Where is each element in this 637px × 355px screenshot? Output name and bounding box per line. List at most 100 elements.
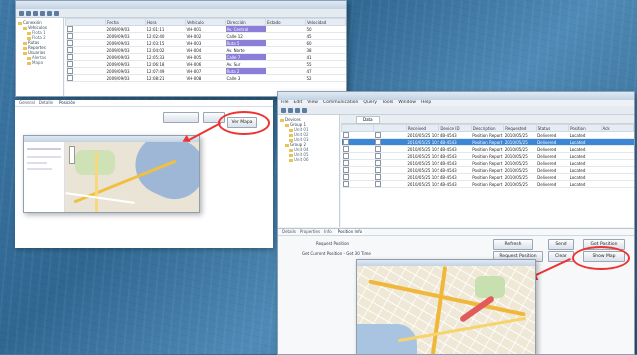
menu-item[interactable]: File [281,100,289,105]
row-checkbox[interactable] [342,153,349,159]
cell-text: 12:04:02 [146,47,165,53]
column-header[interactable] [341,124,375,132]
row-checkbox[interactable] [342,167,349,173]
column-header[interactable] [65,18,106,26]
left-map-view[interactable] [65,142,199,212]
row-checkbox[interactable] [66,26,73,32]
table-cell [341,159,374,167]
print-icon[interactable] [40,10,45,16]
tree-item[interactable]: Mapa [18,60,61,65]
menu-item[interactable]: View [307,100,318,105]
panel-tab[interactable]: Detalle [39,100,53,106]
row-checkbox[interactable] [374,160,381,166]
row-checkbox[interactable] [66,47,73,53]
new-icon[interactable] [19,10,24,16]
menu-item[interactable]: Tools [382,100,393,105]
tab-data[interactable]: Data [356,116,380,124]
table-row[interactable]: 2009/09/03 12:06:18 VH-006 Av. Sur 55 [65,60,346,68]
menu-item[interactable]: Communication [323,100,358,105]
table-row[interactable]: 2009/09/03 12:04:02 VH-004 Av. Norte 38 [65,46,346,54]
row-checkbox[interactable] [66,54,73,60]
row-checkbox[interactable] [66,75,73,81]
table-row[interactable]: 2010/05/25 10:52:354B-4543 Position Repor… [341,166,634,174]
column-header[interactable]: Hora [145,18,186,26]
column-header[interactable]: Description [470,124,505,132]
table-row[interactable]: 2009/09/03 12:01:11 VH-001 Av. Central 50 [65,25,346,33]
send-button[interactable]: Send [548,239,574,250]
row-checkbox[interactable] [66,61,73,67]
row-checkbox[interactable] [342,160,349,166]
column-header[interactable]: Fecha [105,18,146,26]
row-checkbox[interactable] [374,181,381,187]
panel-tab[interactable]: Posición [57,100,78,106]
row-checkbox[interactable] [374,139,381,145]
table-cell: 2010/05/25 [503,173,537,181]
row-checkbox[interactable] [66,68,73,74]
row-checkbox[interactable] [374,132,381,138]
column-header[interactable] [373,124,407,132]
panel-tab[interactable]: Info [324,229,332,235]
panel-tab[interactable]: Details [282,229,296,235]
connect-icon[interactable] [281,107,286,113]
column-header[interactable]: Ack [600,124,634,132]
row-checkbox[interactable] [342,146,349,152]
column-header[interactable]: Velocidad [305,18,346,26]
panel-tab[interactable]: Position Info [335,229,365,235]
zoom-control[interactable] [69,146,75,164]
table-row[interactable]: 2010/05/25 10:52:354B-4543 Position Repor… [341,173,634,181]
right-map-view[interactable] [357,266,535,354]
refresh-icon[interactable] [295,107,300,113]
save-icon[interactable] [33,10,38,16]
disconnect-icon[interactable] [288,107,293,113]
row-checkbox[interactable] [374,174,381,180]
tree-item[interactable]: Unit 06 [280,157,337,162]
table-row[interactable]: 2009/09/03 12:05:33 VH-005 Calle 7 41 [65,53,346,61]
table-cell: Located [568,138,601,146]
column-header[interactable]: Estado [265,18,306,26]
row-checkbox[interactable] [342,174,349,180]
tree-item-label: Unit 06 [294,157,309,162]
row-checkbox[interactable] [342,181,349,187]
table-row[interactable]: 2010/05/25 10:52:354B-4543 Position Repor… [341,180,634,188]
column-header[interactable]: Status [535,124,570,132]
row-checkbox[interactable] [374,153,381,159]
cell-text: Located [569,153,586,159]
column-header[interactable]: Received [405,124,440,132]
left-btn-1[interactable] [163,112,199,123]
table-row[interactable]: 2010/05/25 10:52:354B-4543 Position Repor… [341,152,634,160]
panel-tab[interactable]: Properties [300,229,320,235]
menu-item[interactable]: Window [398,100,416,105]
row-checkbox[interactable] [374,167,381,173]
cell-text: VH-008 [186,75,202,81]
menu-item[interactable]: Help [421,100,431,105]
panel-tab[interactable]: General [19,100,35,106]
table-row[interactable]: 2009/09/03 12:03:15 VH-003 Ruta 5 60 [65,39,346,47]
table-row[interactable]: 2009/09/03 12:07:49 VH-007 Ruta 2 47 [65,67,346,75]
row-checkbox[interactable] [66,40,73,46]
row-checkbox[interactable] [342,139,349,145]
table-row[interactable]: 2010/05/25 10:52:354B-4543 Position Repor… [341,138,634,146]
row-checkbox[interactable] [342,132,349,138]
table-row[interactable]: 2010/05/25 10:52:354B-4543 Position Repor… [341,131,634,139]
menu-item[interactable]: Edit [294,100,303,105]
cell-text: 4B-4543 [439,167,457,173]
filter-icon[interactable] [302,107,307,113]
column-header[interactable]: Device ID [438,124,472,132]
table-row[interactable]: 2010/05/25 10:52:354B-4543 Position Repor… [341,159,634,167]
refresh-icon[interactable] [47,10,52,16]
table-row[interactable]: 2009/09/03 12:02:40 VH-002 Calle 12 45 [65,32,346,40]
open-icon[interactable] [26,10,31,16]
column-header[interactable]: Position [568,124,602,132]
clear-button[interactable]: Clear [548,251,574,262]
table-row[interactable]: 2010/05/25 10:52:354B-4543 Position Repor… [341,145,634,153]
row-checkbox[interactable] [374,146,381,152]
table-row[interactable]: 2009/09/03 12:08:21 VH-008 Calle 3 52 [65,74,346,82]
column-header[interactable]: Requested [503,124,537,132]
column-header[interactable]: Dirección [225,18,266,26]
table-cell: 2009/09/03 [105,60,146,68]
refresh-button[interactable]: Refresh [493,239,533,250]
menu-item[interactable]: Query [363,100,377,105]
search-icon[interactable] [54,10,59,16]
row-checkbox[interactable] [66,33,73,39]
column-header[interactable]: Vehículo [185,18,226,26]
